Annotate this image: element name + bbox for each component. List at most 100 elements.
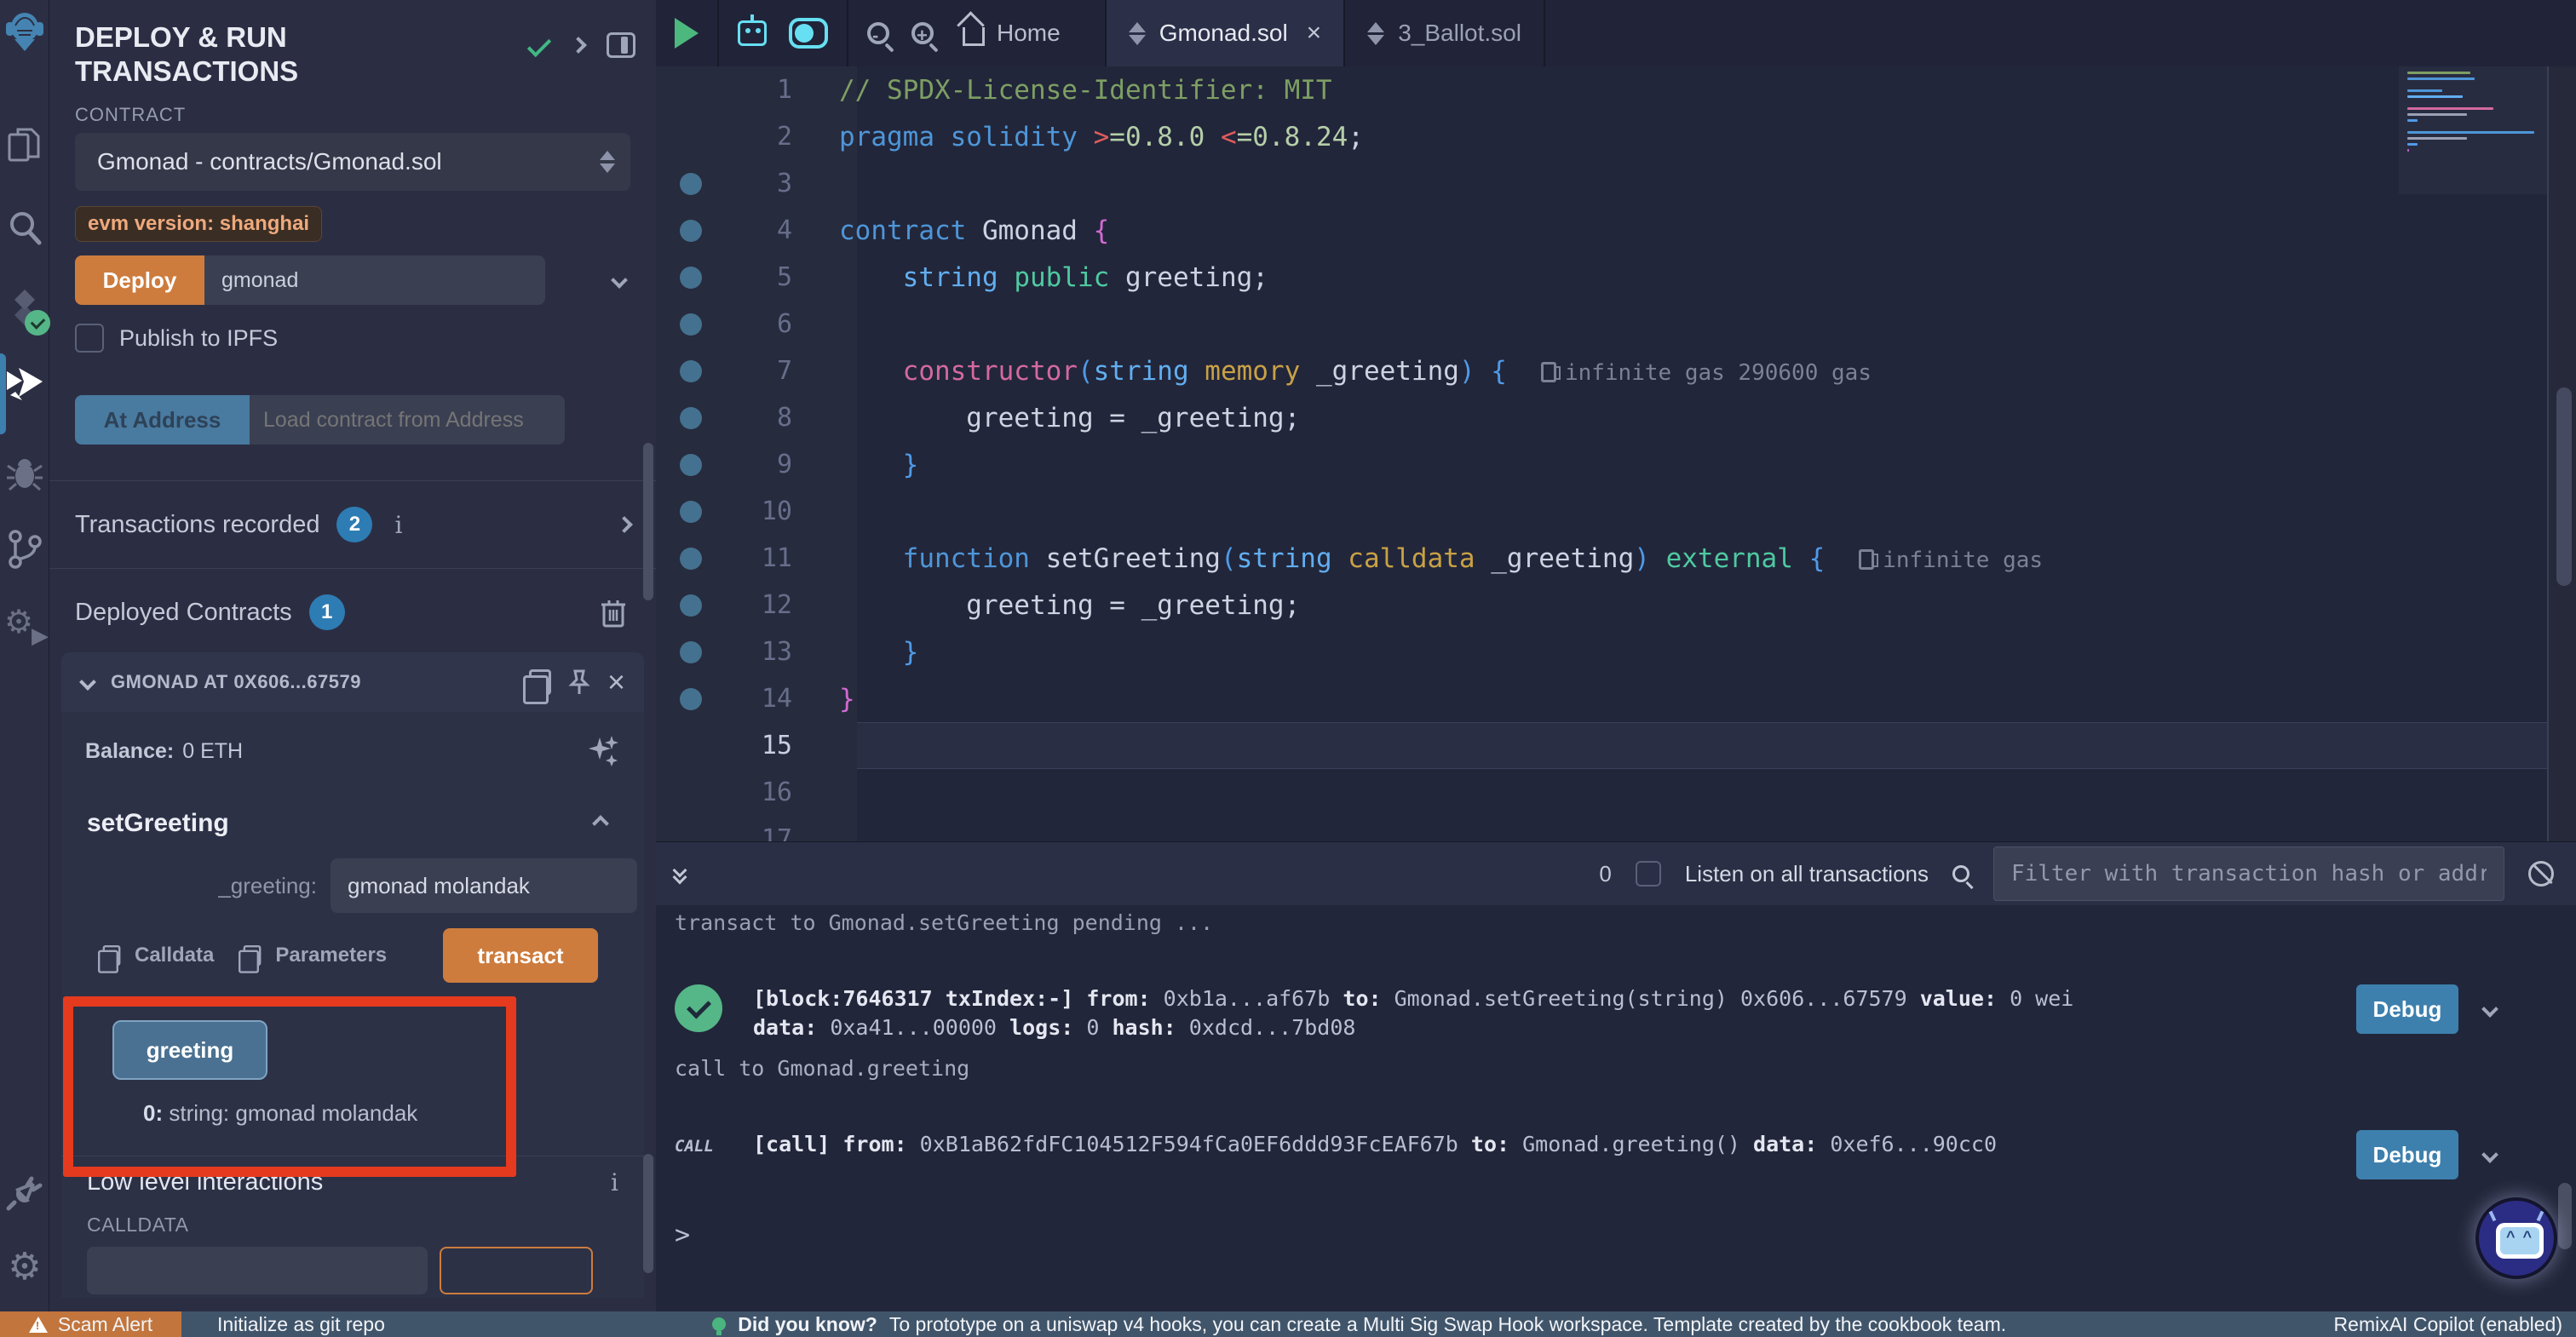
gutter-dot[interactable] bbox=[680, 313, 702, 336]
at-address-button[interactable]: At Address bbox=[75, 395, 250, 445]
search-icon[interactable] bbox=[0, 209, 49, 246]
transaction-log-entry[interactable]: [block:7646317 txIndex:-] from: 0xb1a...… bbox=[675, 984, 2576, 1042]
transaction-filter-input[interactable] bbox=[1993, 846, 2504, 901]
code-line-16[interactable]: 16 bbox=[656, 769, 2576, 816]
code-line-4[interactable]: 4contract Gmonad { bbox=[656, 207, 2576, 254]
gutter-dot[interactable] bbox=[680, 641, 702, 663]
gutter-dot[interactable] bbox=[680, 79, 702, 101]
chevron-right-icon[interactable] bbox=[616, 516, 633, 533]
gutter-dot[interactable] bbox=[680, 454, 702, 476]
call-log-entry[interactable]: CALL [call] from: 0xB1aB62fdFC104512F594… bbox=[675, 1130, 2576, 1159]
code-line-8[interactable]: 8 greeting = _greeting; bbox=[656, 394, 2576, 441]
remix-ai-assistant-button[interactable] bbox=[2475, 1197, 2557, 1279]
gutter-dot[interactable] bbox=[680, 173, 702, 195]
git-icon[interactable] bbox=[0, 530, 49, 569]
unit-testing-icon[interactable]: ⚙ ▶ bbox=[0, 606, 49, 647]
tab-home[interactable]: Home bbox=[956, 20, 1086, 47]
gutter-dot[interactable] bbox=[680, 735, 702, 757]
editor-scrollbar-thumb[interactable] bbox=[2556, 387, 2572, 586]
code-line-14[interactable]: 14} bbox=[656, 675, 2576, 722]
low-level-calldata-input[interactable] bbox=[87, 1247, 428, 1294]
code-line-15[interactable]: 15 bbox=[656, 722, 2576, 769]
editor-scrollbar-track[interactable] bbox=[2549, 66, 2576, 841]
info-icon[interactable]: i bbox=[611, 1168, 618, 1196]
gutter-dot[interactable] bbox=[680, 782, 702, 804]
zoom-out-icon[interactable]: - bbox=[867, 22, 889, 44]
gutter-dot[interactable] bbox=[680, 267, 702, 289]
debug-button[interactable]: Debug bbox=[2356, 1130, 2458, 1179]
greeting-getter-button[interactable]: greeting bbox=[112, 1020, 267, 1080]
expand-log-icon[interactable] bbox=[2481, 1146, 2498, 1163]
gutter-dot[interactable] bbox=[680, 220, 702, 242]
settings-icon[interactable]: ⚙ bbox=[0, 1248, 49, 1286]
solidity-compiler-icon[interactable] bbox=[0, 288, 49, 329]
code-line-12[interactable]: 12 greeting = _greeting; bbox=[656, 582, 2576, 628]
greeting-param-input[interactable] bbox=[331, 858, 637, 913]
copy-address-icon[interactable] bbox=[529, 669, 551, 695]
pin-icon[interactable] bbox=[568, 668, 590, 696]
collapse-terminal-icon[interactable] bbox=[675, 865, 685, 882]
code-line-5[interactable]: 5 string public greeting; bbox=[656, 254, 2576, 301]
code-line-11[interactable]: 11 function setGreeting(string calldata … bbox=[656, 535, 2576, 582]
file-explorer-icon[interactable] bbox=[0, 126, 49, 165]
gutter-dot[interactable] bbox=[680, 594, 702, 617]
copy-parameters-icon[interactable] bbox=[244, 945, 262, 966]
gutter-dot[interactable] bbox=[680, 829, 702, 842]
code-line-13[interactable]: 13 } bbox=[656, 628, 2576, 675]
transactions-recorded-section[interactable]: Transactions recorded 2 i bbox=[49, 480, 656, 569]
tab-gmonad[interactable]: Gmonad.sol × bbox=[1107, 0, 1346, 66]
gutter-dot[interactable] bbox=[680, 688, 702, 710]
panel-scrollbar-thumb[interactable] bbox=[643, 1154, 653, 1273]
gutter-dot[interactable] bbox=[680, 501, 702, 523]
git-init-button[interactable]: Initialize as git repo bbox=[217, 1313, 385, 1336]
tab-ballot[interactable]: 3_Ballot.sol bbox=[1345, 0, 1545, 66]
chevron-up-icon[interactable] bbox=[592, 815, 609, 832]
close-icon[interactable]: × bbox=[607, 667, 625, 697]
chevron-right-icon[interactable] bbox=[570, 37, 587, 54]
contract-instance-header[interactable]: GMONAD AT 0X606...67579 × bbox=[61, 652, 644, 712]
zoom-in-icon[interactable]: + bbox=[911, 22, 934, 44]
publish-ipfs-checkbox[interactable] bbox=[75, 324, 104, 353]
terminal-scrollbar-thumb[interactable] bbox=[2558, 1183, 2572, 1249]
code-line-7[interactable]: 7 constructor(string memory _greeting) {… bbox=[656, 347, 2576, 394]
code-line-9[interactable]: 9 } bbox=[656, 441, 2576, 488]
transact-button[interactable]: transact bbox=[443, 928, 598, 983]
ai-toggle-icon[interactable] bbox=[789, 18, 828, 49]
expand-log-icon[interactable] bbox=[2481, 1001, 2498, 1018]
panel-scrollbar-thumb[interactable] bbox=[643, 443, 653, 600]
code-line-1[interactable]: 1// SPDX-License-Identifier: MIT bbox=[656, 66, 2576, 113]
listen-all-checkbox[interactable] bbox=[1636, 861, 1661, 887]
terminal-log[interactable]: transact to Gmonad.setGreeting pending .… bbox=[656, 905, 2576, 1250]
low-level-transact-button[interactable] bbox=[440, 1247, 593, 1294]
expand-deploy-icon[interactable] bbox=[611, 272, 628, 289]
code-line-2[interactable]: 2pragma solidity >=0.8.0 <=0.8.24; bbox=[656, 113, 2576, 160]
debugger-icon[interactable] bbox=[0, 456, 49, 491]
constructor-arg-input[interactable] bbox=[204, 255, 545, 305]
gutter-dot[interactable] bbox=[680, 548, 702, 570]
plugin-manager-icon[interactable] bbox=[0, 1173, 49, 1211]
remix-logo[interactable] bbox=[0, 9, 49, 53]
scam-alert-button[interactable]: Scam Alert bbox=[0, 1311, 181, 1337]
at-address-input[interactable] bbox=[250, 395, 565, 445]
code-line-10[interactable]: 10 bbox=[656, 488, 2576, 535]
pin-panel-icon[interactable] bbox=[607, 32, 635, 58]
close-tab-icon[interactable]: × bbox=[1307, 19, 1322, 48]
deploy-run-icon[interactable] bbox=[0, 368, 49, 404]
gutter-dot[interactable] bbox=[680, 360, 702, 382]
ai-sparkles-icon[interactable] bbox=[586, 734, 620, 768]
deploy-button[interactable]: Deploy bbox=[75, 255, 204, 305]
clear-console-icon[interactable] bbox=[2528, 861, 2554, 887]
contract-select[interactable]: Gmonad - contracts/Gmonad.sol bbox=[75, 133, 630, 191]
code-line-3[interactable]: 3 bbox=[656, 160, 2576, 207]
code-editor[interactable]: 1// SPDX-License-Identifier: MIT2pragma … bbox=[656, 66, 2576, 841]
debug-button[interactable]: Debug bbox=[2356, 984, 2458, 1034]
terminal-prompt[interactable]: > bbox=[675, 1220, 2576, 1250]
run-script-icon[interactable] bbox=[675, 18, 699, 49]
minimap[interactable] bbox=[2399, 66, 2549, 841]
chevron-down-icon[interactable] bbox=[79, 674, 96, 691]
code-line-17[interactable]: 17 bbox=[656, 816, 2576, 841]
ai-robot-icon[interactable] bbox=[738, 20, 767, 46]
copy-calldata-icon[interactable] bbox=[103, 945, 121, 966]
trash-icon[interactable] bbox=[600, 597, 627, 628]
code-line-6[interactable]: 6 bbox=[656, 301, 2576, 347]
